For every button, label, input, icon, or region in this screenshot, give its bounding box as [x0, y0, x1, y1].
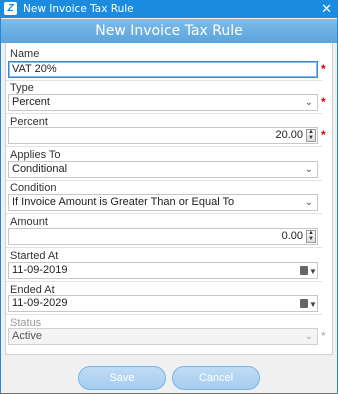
- calendar-icon[interactable]: ▼: [300, 265, 317, 276]
- percent-input[interactable]: 20.00 ▲ ▼: [8, 127, 318, 144]
- applies-to-value: Conditional: [12, 163, 68, 175]
- name-input[interactable]: VAT 20%: [8, 61, 318, 78]
- ended-at-value: 11-09-2029: [12, 297, 68, 309]
- divider: [6, 281, 322, 282]
- divider: [6, 247, 322, 248]
- close-icon[interactable]: ✕: [321, 1, 332, 17]
- type-label: Type: [10, 82, 34, 94]
- type-select[interactable]: Percent ⌄: [8, 94, 318, 111]
- applies-to-label: Applies To: [10, 149, 61, 161]
- condition-select[interactable]: If Invoice Amount is Greater Than or Equ…: [8, 194, 318, 211]
- status-value: Active: [12, 330, 42, 342]
- window-titlebar: Z New Invoice Tax Rule ✕: [0, 0, 338, 18]
- amount-value: 0.00: [281, 230, 303, 242]
- chevron-down-icon: ⌄: [304, 197, 313, 208]
- name-value: VAT 20%: [12, 63, 57, 75]
- condition-label: Condition: [10, 182, 57, 194]
- amount-input[interactable]: 0.00 ▲ ▼: [8, 228, 318, 245]
- ended-at-date-picker[interactable]: 11-09-2029 ▼: [8, 295, 318, 312]
- amount-label: Amount: [10, 216, 48, 228]
- started-at-date-picker[interactable]: 11-09-2019 ▼: [8, 262, 318, 279]
- divider: [6, 113, 322, 114]
- name-label: Name: [10, 48, 40, 60]
- app-logo-icon: Z: [4, 2, 17, 15]
- spinner-icon[interactable]: ▲ ▼: [306, 230, 316, 243]
- divider: [6, 213, 322, 214]
- cancel-button[interactable]: Cancel: [172, 366, 260, 390]
- calendar-icon[interactable]: ▼: [300, 298, 317, 309]
- percent-required-marker: *: [321, 128, 326, 142]
- divider: [6, 180, 322, 181]
- name-required-marker: *: [321, 62, 326, 76]
- started-at-label: Started At: [10, 250, 59, 262]
- percent-value: 20.00: [275, 129, 303, 141]
- chevron-down-icon: ⌄: [304, 97, 313, 108]
- started-at-value: 11-09-2019: [12, 264, 68, 276]
- spinner-icon[interactable]: ▲ ▼: [306, 129, 316, 142]
- window-title: New Invoice Tax Rule: [23, 3, 134, 15]
- condition-value: If Invoice Amount is Greater Than or Equ…: [12, 196, 235, 208]
- divider: [6, 314, 322, 315]
- type-required-marker: *: [321, 95, 326, 109]
- applies-to-select[interactable]: Conditional ⌄: [8, 161, 318, 178]
- type-value: Percent: [12, 96, 50, 108]
- divider: [6, 80, 322, 81]
- chevron-down-icon: ⌄: [304, 331, 313, 342]
- dialog-header: New Invoice Tax Rule: [1, 19, 337, 43]
- divider: [6, 146, 322, 147]
- status-select: Active ⌄: [8, 328, 318, 345]
- save-button[interactable]: Save: [78, 366, 166, 390]
- chevron-down-icon: ⌄: [304, 164, 313, 175]
- status-required-marker: *: [321, 329, 326, 343]
